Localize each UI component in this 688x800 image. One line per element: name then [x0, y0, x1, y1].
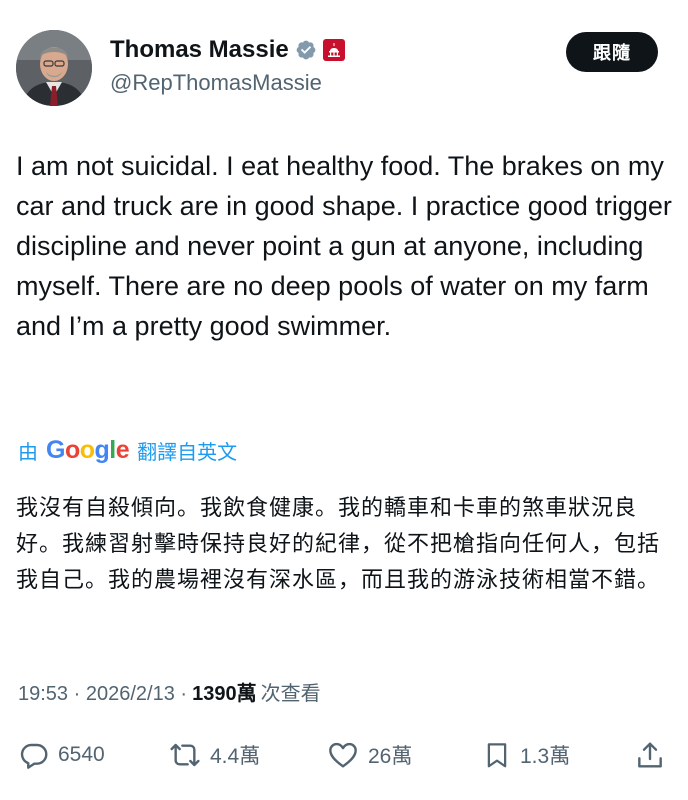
views-label: 次查看 [260, 683, 321, 705]
name-row: Thomas Massie [110, 34, 345, 66]
repost-count: 4.4萬 [210, 745, 261, 768]
like-count: 26萬 [368, 745, 413, 768]
display-name[interactable]: Thomas Massie [110, 36, 289, 64]
translation-suffix: 翻譯自英文 [137, 441, 238, 464]
post-time[interactable]: 19:53 [18, 683, 68, 706]
post-date[interactable]: 2026/2/13 [86, 683, 175, 706]
heart-icon [329, 742, 357, 768]
meta-separator-dot-2: · [180, 683, 188, 705]
follow-button[interactable]: 跟隨 [566, 32, 658, 72]
repost-icon [170, 743, 200, 767]
handle[interactable]: @RepThomasMassie [110, 70, 322, 96]
reply-count: 6540 [58, 743, 105, 766]
like-button[interactable]: 26萬 [326, 730, 412, 780]
google-logo: Google [46, 435, 130, 464]
share-icon [638, 742, 662, 768]
translated-text: 我沒有自殺傾向。我飲食健康。我的轎車和卡車的煞車狀況良好。我練習射擊時保持良好的… [16, 495, 661, 592]
post-meta: 19:53 · 2026/2/13 · 1390萬 次查看 [18, 677, 321, 706]
translation-attribution[interactable]: 由 Google 翻譯自英文 [18, 432, 237, 468]
translation-prefix: 由 [18, 441, 38, 464]
action-bar: 6540 4.4萬 26萬 1.3萬 [0, 730, 688, 780]
meta-separator-dot: · [73, 683, 81, 705]
bookmark-count: 1.3萬 [520, 745, 571, 768]
capitol-affiliation-icon[interactable] [322, 39, 345, 61]
repost-button[interactable]: 4.4萬 [168, 730, 260, 780]
capitol-dome-icon [327, 43, 340, 57]
reply-button[interactable]: 6540 [18, 730, 105, 780]
post-text: I am not suicidal. I eat healthy food. T… [16, 151, 672, 341]
views-count: 1390萬 [192, 683, 257, 705]
bookmark-button[interactable]: 1.3萬 [482, 730, 570, 780]
post: Thomas Massie @RepThomasMassie 跟隨 I am n… [0, 0, 688, 800]
reply-icon [20, 743, 48, 769]
verified-badge-icon[interactable] [295, 39, 317, 61]
share-button[interactable] [634, 730, 666, 780]
avatar-photo [16, 30, 92, 106]
avatar[interactable] [16, 30, 92, 106]
bookmark-icon [487, 743, 507, 768]
